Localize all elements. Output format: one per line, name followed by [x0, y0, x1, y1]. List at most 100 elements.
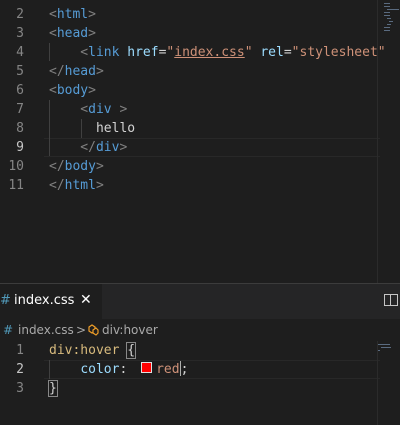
code-token: }: [48, 380, 58, 397]
code-line[interactable]: 9 </div>: [0, 138, 380, 157]
code-token: div: [88, 102, 112, 117]
code-text[interactable]: <head>: [49, 24, 96, 43]
code-token: color: [80, 362, 120, 377]
code-text[interactable]: <body>: [49, 81, 96, 100]
text-cursor: [179, 361, 181, 376]
code-token: href: [127, 45, 159, 60]
code-token: ": [244, 45, 253, 60]
code-token: rel: [260, 45, 284, 60]
code-token: body: [64, 159, 96, 174]
line-number: 9: [16, 140, 24, 155]
code-token: head: [64, 64, 96, 79]
code-token: hello: [49, 121, 136, 136]
tab-label: index.css: [14, 293, 75, 308]
code-token: :: [119, 362, 136, 377]
line-number: 1: [16, 343, 24, 358]
css-hash-icon: #: [0, 293, 11, 308]
breadcrumb-file[interactable]: index.css: [18, 319, 74, 341]
indent-guide: [49, 100, 50, 156]
code-line[interactable]: 1 div:hover {: [0, 341, 380, 360]
code-text[interactable]: </div>: [49, 138, 127, 157]
code-token: body: [56, 83, 89, 98]
line-number: 11: [8, 178, 24, 193]
code-token: <: [49, 83, 57, 98]
code-token: >: [119, 140, 128, 155]
code-text[interactable]: <div >: [49, 100, 127, 119]
code-token: head: [56, 26, 89, 41]
minimap[interactable]: [378, 0, 400, 60]
line-number: 10: [8, 159, 24, 174]
code-line[interactable]: 5 </head>: [0, 62, 380, 81]
code-line[interactable]: 2 <html>: [0, 5, 380, 24]
code-line[interactable]: 3 <head>: [0, 24, 380, 43]
code-line[interactable]: 6 <body>: [0, 81, 380, 100]
code-token: red: [156, 362, 180, 377]
code-token: "stylesheet": [291, 45, 386, 60]
minimap[interactable]: [378, 341, 400, 361]
code-text[interactable]: div:hover {: [49, 341, 137, 360]
code-line[interactable]: 2 color: red;: [0, 360, 380, 379]
split-editor-icon[interactable]: [384, 294, 398, 306]
code-token: <: [49, 26, 57, 41]
code-token: <: [49, 7, 57, 22]
line-number: 2: [16, 362, 24, 377]
code-token: >: [88, 7, 96, 22]
line-number: 6: [16, 83, 24, 98]
code-line[interactable]: 11 </html>: [0, 176, 380, 195]
close-icon[interactable]: ✕: [80, 292, 92, 308]
code-token: >: [88, 83, 96, 98]
line-number: 2: [16, 7, 24, 22]
code-token: html: [56, 7, 89, 22]
code-text[interactable]: hello: [49, 119, 135, 138]
line-number: 3: [16, 381, 24, 396]
code-token: </: [49, 178, 65, 193]
indent-guide: [81, 119, 82, 138]
css-hash-icon: #: [3, 323, 14, 337]
code-token: >: [111, 102, 128, 117]
breadcrumb-separator: >: [76, 323, 87, 337]
code-token: div:hover: [49, 343, 120, 358]
code-token: >: [88, 26, 96, 41]
code-token: <: [49, 45, 89, 60]
editor-tab-bar: # index.css ✕: [0, 284, 400, 319]
code-text[interactable]: </html>: [49, 176, 104, 195]
html-editor-pane[interactable]: 2 <html> 3 <head> 4 <link href="index.css" r…: [0, 0, 400, 283]
line-number: 8: [16, 121, 24, 136]
code-token: >: [95, 64, 104, 79]
code-token: >: [95, 159, 104, 174]
indent-guide: [49, 43, 50, 61]
breadcrumb: # index.css > div:hover: [0, 319, 400, 341]
line-number: 7: [16, 102, 24, 117]
code-line[interactable]: 10 </body>: [0, 157, 380, 176]
code-token: </: [49, 140, 96, 155]
code-line[interactable]: 4 <link href="index.css" rel="stylesheet…: [0, 43, 385, 62]
code-text[interactable]: <html>: [49, 5, 96, 24]
code-text[interactable]: </head>: [49, 62, 104, 81]
code-token: html: [64, 178, 96, 193]
code-token: <: [49, 102, 89, 117]
code-token: </: [49, 64, 65, 79]
code-text[interactable]: </body>: [49, 157, 104, 176]
code-token: >: [95, 178, 104, 193]
code-token: {: [126, 342, 137, 359]
code-line[interactable]: 3}: [0, 379, 380, 398]
symbol-class-icon: [88, 324, 99, 336]
code-text[interactable]: color: red;: [49, 360, 188, 379]
code-token: =: [283, 45, 292, 60]
line-number: 5: [16, 64, 24, 79]
indent-guide: [49, 360, 50, 379]
color-swatch-icon[interactable]: [141, 362, 153, 373]
code-token: </: [49, 159, 65, 174]
tab-index-css[interactable]: # index.css ✕: [0, 284, 102, 319]
breadcrumb-symbol[interactable]: div:hover: [102, 319, 158, 341]
code-text[interactable]: }: [48, 379, 58, 398]
code-token: ;: [180, 362, 189, 377]
code-token: link: [88, 45, 120, 60]
line-number: 3: [16, 26, 24, 41]
css-editor-pane[interactable]: 1 div:hover {2 color: red; 3}: [0, 341, 400, 425]
code-line[interactable]: 8 hello: [0, 119, 380, 138]
code-token: div: [95, 140, 120, 155]
code-line[interactable]: 7 <div >: [0, 100, 380, 119]
code-text[interactable]: <link href="index.css" rel="stylesheet": [49, 43, 386, 62]
